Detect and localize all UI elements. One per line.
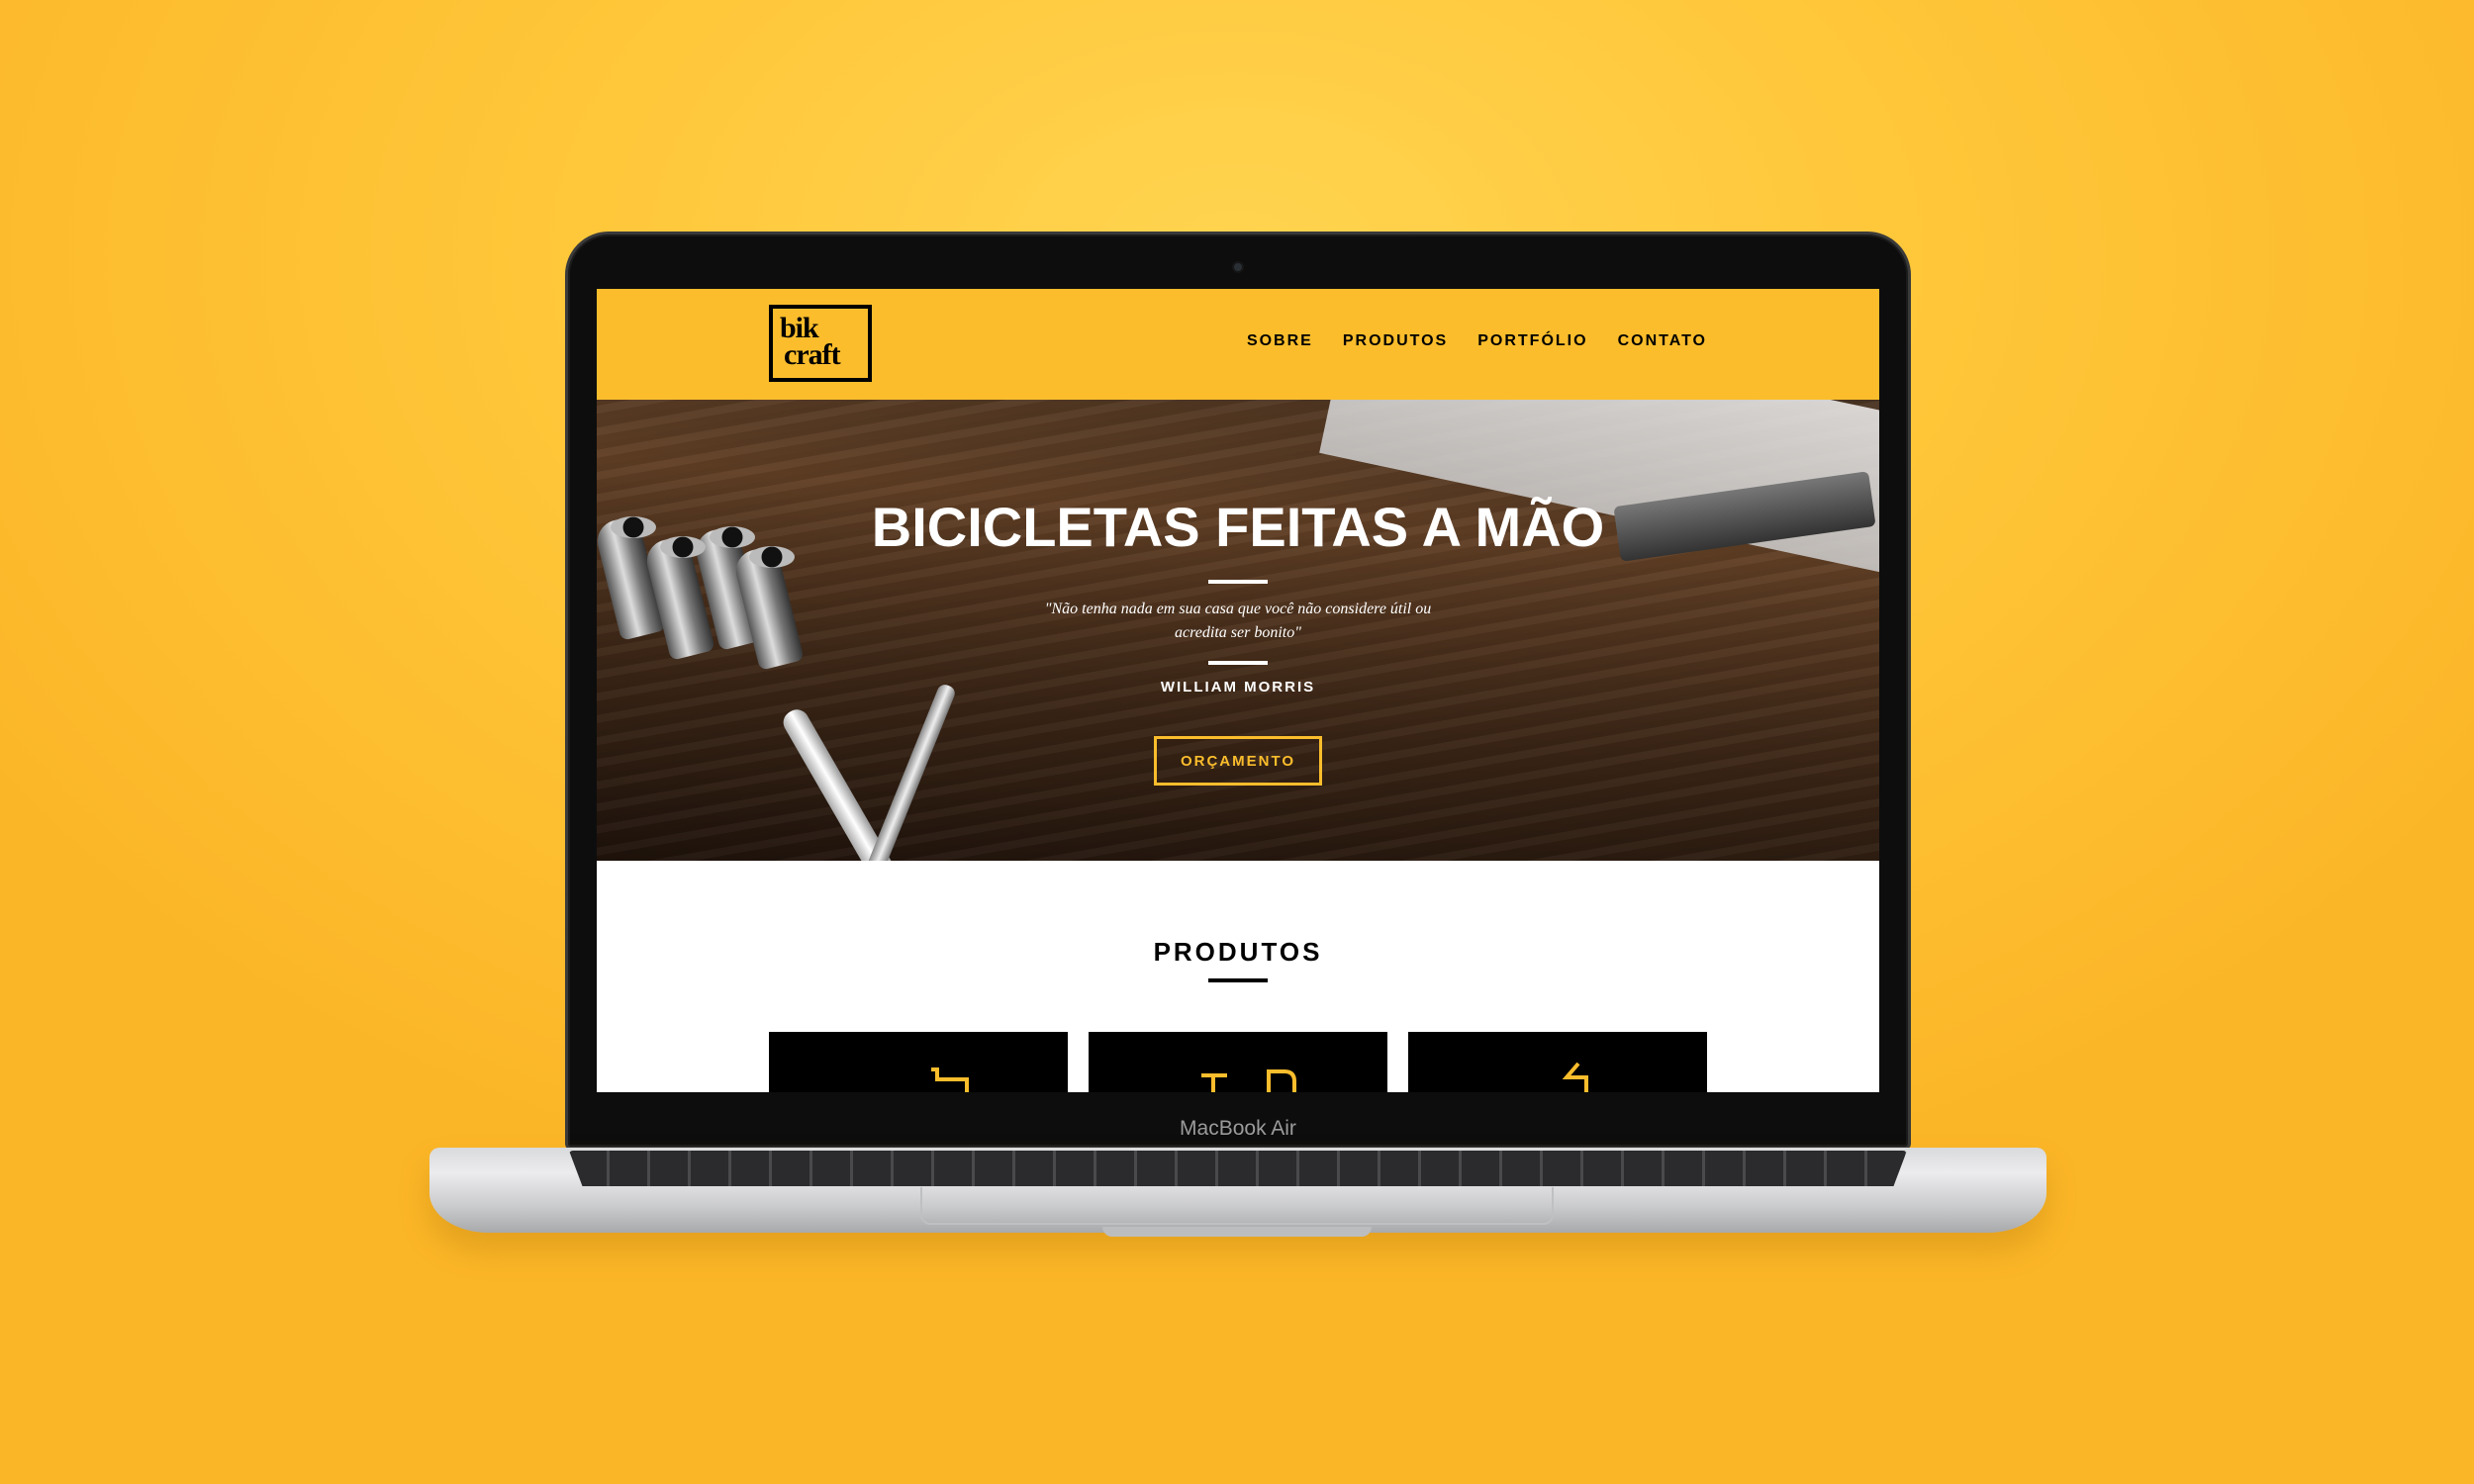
laptop-keyboard [569, 1151, 1907, 1186]
laptop-screen: bik craft SOBRE PRODUTOS PORTFÓLIO CONTA… [597, 289, 1879, 1092]
logo-line-1: bik [780, 312, 819, 344]
product-card[interactable] [1089, 1032, 1387, 1092]
products-divider [1208, 978, 1268, 982]
hero-divider [1208, 580, 1268, 584]
webcam-icon [1234, 263, 1242, 271]
product-card[interactable] [769, 1032, 1068, 1092]
hero-quote: "Não tenha nada em sua casa que você não… [1044, 601, 1432, 641]
laptop-trackpad [920, 1187, 1554, 1225]
orcamento-button[interactable]: ORÇAMENTO [1154, 736, 1322, 786]
hero-section: BICICLETAS FEITAS A MÃO "Não tenha nada … [597, 400, 1879, 861]
bike-seat-icon [931, 1067, 969, 1092]
bike-handlebar-icon [1562, 1062, 1588, 1092]
device-label: MacBook Air [1180, 1117, 1296, 1140]
hero-divider [1208, 661, 1268, 665]
hero-title: BICICLETAS FEITAS A MÃO [871, 496, 1605, 558]
nav-item-produtos[interactable]: PRODUTOS [1343, 332, 1448, 350]
main-nav: SOBRE PRODUTOS PORTFÓLIO CONTATO [1247, 332, 1707, 350]
hero-quote-author: WILLIAM MORRIS [1160, 679, 1316, 696]
site-header: bik craft SOBRE PRODUTOS PORTFÓLIO CONTA… [597, 289, 1879, 400]
nav-item-portfolio[interactable]: PORTFÓLIO [1477, 332, 1587, 350]
nav-item-contato[interactable]: CONTATO [1618, 332, 1707, 350]
bike-frame-icon [1201, 1069, 1296, 1092]
product-card[interactable] [1408, 1032, 1707, 1092]
site-logo[interactable]: bik craft [769, 305, 872, 382]
products-title: PRODUTOS [1153, 937, 1323, 967]
nav-item-sobre[interactable]: SOBRE [1247, 332, 1313, 350]
logo-line-2: craft [784, 338, 841, 371]
laptop-opening-notch [1102, 1227, 1372, 1237]
